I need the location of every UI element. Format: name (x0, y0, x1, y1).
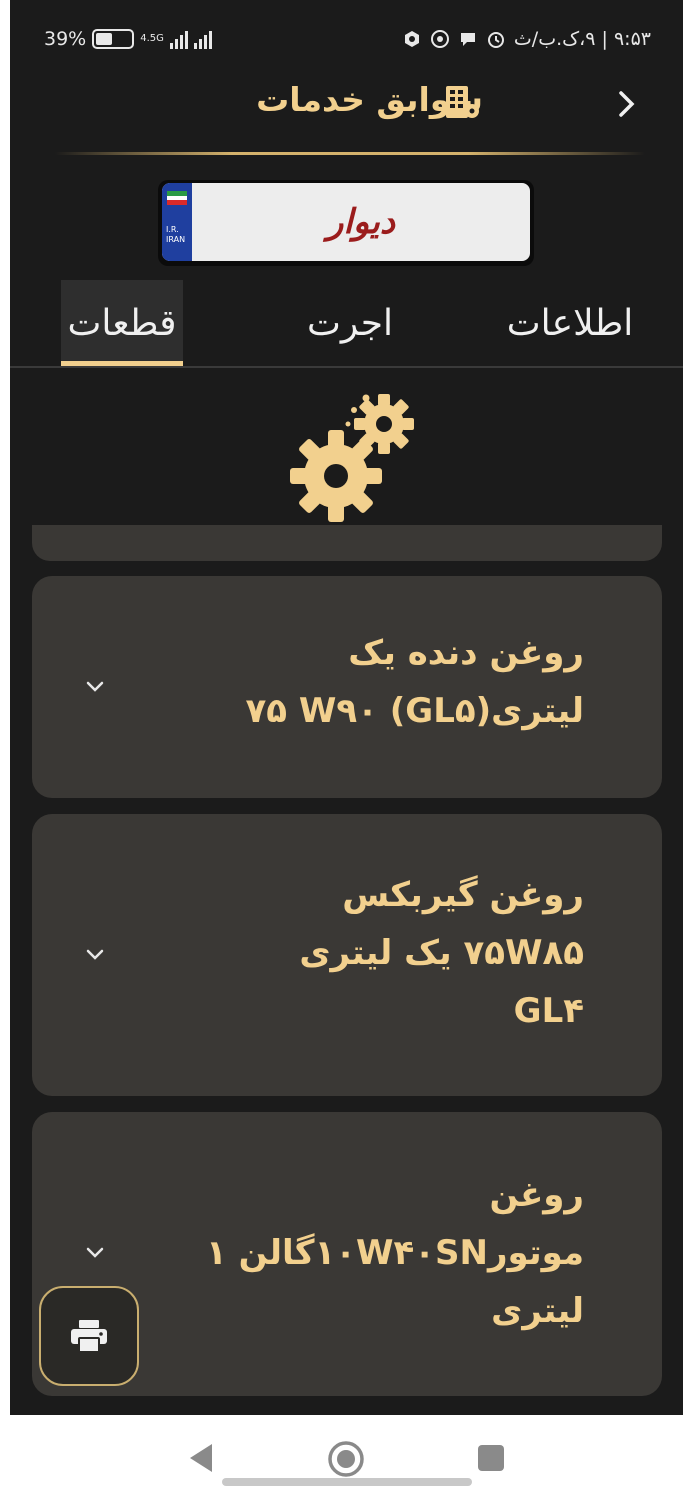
printer-icon (71, 1320, 107, 1353)
chevron-down-icon[interactable] (80, 1238, 110, 1268)
print-button[interactable] (39, 1286, 139, 1386)
battery-icon (92, 29, 135, 49)
gesture-handle (222, 1478, 472, 1486)
tab-wage[interactable]: اجرت (290, 280, 410, 366)
license-plate: I.R. IRAN دیوار (158, 180, 534, 266)
vpn-icon (402, 29, 422, 49)
message-icon (458, 29, 478, 49)
back-button[interactable] (607, 80, 647, 128)
header-divider (55, 152, 645, 155)
gears-icon (280, 388, 420, 523)
header: سوابق خدمات (10, 76, 683, 136)
nav-home-button[interactable] (326, 1439, 366, 1479)
nav-recents-button[interactable] (478, 1445, 504, 1471)
part-name: روغن دنده یک لیتری(GL۵) ۷۵ W۹۰ (245, 633, 584, 731)
tab-label: قطعات (67, 302, 177, 344)
chevron-down-icon[interactable] (80, 940, 110, 970)
iran-flag-icon (167, 191, 187, 205)
building-icon (442, 84, 482, 120)
part-name: روغن موتور۱۰W۴۰SNگالن ۱ لیتری (206, 1175, 584, 1331)
nav-back-button[interactable] (186, 1441, 216, 1475)
part-name: روغن گیربکس ۷۵W۸۵ یک لیتری GL۴ (299, 875, 584, 1031)
part-card[interactable]: روغن دنده یک لیتری(GL۵) ۷۵ W۹۰ (32, 576, 662, 798)
tab-label: اجرت (307, 302, 394, 344)
part-card-partial[interactable] (32, 525, 662, 561)
plate-text: دیوار (326, 202, 396, 242)
chevron-down-icon[interactable] (80, 672, 110, 702)
plate-face: I.R. IRAN دیوار (162, 183, 530, 261)
tab-label: اطلاعات (506, 302, 634, 344)
alarm-icon (486, 29, 506, 49)
signal-icon (169, 29, 188, 49)
time-date: ۹:۵۳ | ۹،ک.ب/ث (513, 28, 651, 50)
plate-country-code: I.R. IRAN (166, 225, 186, 244)
app-screen: 39% 4.5G ۹:۵۳ | ۹،ک.ب/ث سوابق خدمات I.R.… (10, 0, 683, 1415)
status-left: 39% 4.5G (44, 28, 212, 50)
status-right: ۹:۵۳ | ۹،ک.ب/ث (402, 28, 651, 50)
network-type: 4.5G (140, 33, 164, 44)
plate-country-band: I.R. IRAN (162, 183, 192, 261)
system-nav-bar (0, 1415, 693, 1500)
tab-bar: اطلاعات اجرت قطعات (10, 280, 683, 368)
tab-parts[interactable]: قطعات (61, 280, 183, 366)
status-bar: 39% 4.5G ۹:۵۳ | ۹،ک.ب/ث (10, 0, 683, 80)
part-card[interactable]: روغن گیربکس ۷۵W۸۵ یک لیتری GL۴ (32, 814, 662, 1096)
active-tab-indicator (61, 361, 183, 366)
signal-icon (193, 29, 212, 49)
chevron-right-icon (619, 91, 635, 117)
tab-info[interactable]: اطلاعات (495, 280, 645, 366)
whatsapp-icon (430, 29, 450, 49)
battery-percent: 39% (44, 28, 87, 50)
